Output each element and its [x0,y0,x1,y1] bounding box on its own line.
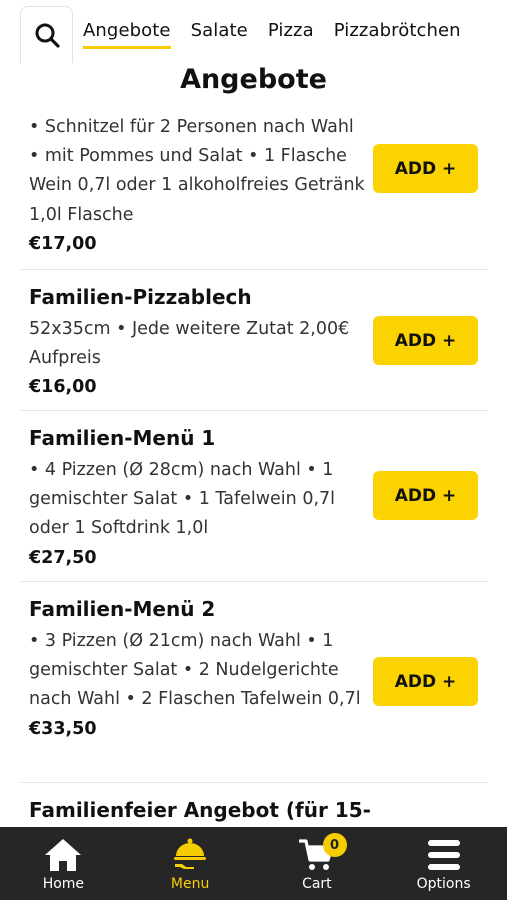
list-item: • Schnitzel für 2 Personen nach Wahl • m… [20,108,488,270]
nav-options[interactable]: Options [380,827,507,900]
item-name: Familien-Menü 1 [29,426,216,450]
tab-angebote[interactable]: Angebote [83,20,171,49]
nav-menu[interactable]: Menu [127,827,254,900]
home-icon [45,839,82,871]
nav-menu-label: Menu [170,876,210,892]
category-bar: Angebote Salate Pizza Pizzabrötchen [0,0,507,63]
item-name: Familien-Menü 2 [29,597,216,621]
item-price: €17,00 [29,233,97,254]
list-item: Familien-Menü 1 • 4 Pizzen (Ø 28cm) nach… [20,411,488,582]
list-item: Familien-Menü 2 • 3 Pizzen (Ø 21cm) nach… [20,582,488,783]
item-description: • 3 Pizzen (Ø 21cm) nach Wahl • 1 gemisc… [29,631,361,710]
item-price: €33,50 [29,718,97,739]
item-price: €16,00 [29,377,97,398]
item-name: Familien-Pizzablech [29,285,252,309]
tab-salate[interactable]: Salate [191,20,248,49]
search-button[interactable] [20,6,73,63]
item-name: Familienfeier Angebot (für 15- [29,798,371,822]
product-list: • Schnitzel für 2 Personen nach Wahl • m… [20,108,488,843]
list-item: Familien-Pizzablech 52x35cm • Jede weite… [20,270,488,411]
add-button[interactable]: ADD + [373,144,478,193]
add-button[interactable]: ADD + [373,471,478,520]
bottom-navigation: Home Menu 0 Cart Options [0,827,507,900]
nav-cart[interactable]: 0 Cart [254,827,381,900]
nav-cart-label: Cart [302,876,332,892]
item-price: €27,50 [29,547,97,568]
add-button[interactable]: ADD + [373,316,478,365]
item-description: • Schnitzel für 2 Personen nach Wahl • m… [29,117,365,225]
item-description: • 4 Pizzen (Ø 28cm) nach Wahl • 1 gemisc… [29,460,336,539]
nav-home[interactable]: Home [0,827,127,900]
nav-options-label: Options [416,876,471,892]
menu-cloche-icon [174,838,207,869]
search-icon [35,23,60,48]
item-description: 52x35cm • Jede weitere Zutat 2,00€ Aufpr… [29,319,350,369]
cart-count-badge: 0 [322,833,347,857]
tab-pizza[interactable]: Pizza [268,20,314,49]
section-title: Angebote [180,64,327,95]
add-button[interactable]: ADD + [373,657,478,706]
tab-pizzabroetchen[interactable]: Pizzabrötchen [334,20,461,49]
hamburger-icon [427,840,460,870]
nav-home-label: Home [42,876,85,892]
category-tabs: Angebote Salate Pizza Pizzabrötchen [83,20,461,49]
